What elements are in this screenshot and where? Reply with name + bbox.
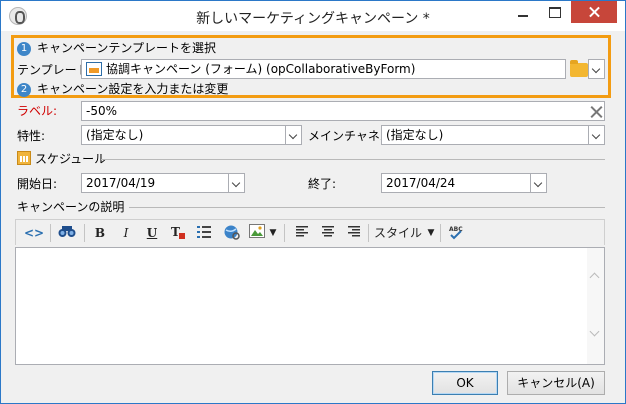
chevron-down-icon [530, 174, 546, 192]
source-code-icon[interactable]: <> [24, 224, 44, 242]
text-color-icon[interactable]: T [168, 224, 188, 242]
chevron-down-icon [285, 126, 301, 144]
end-date-label: 終了: [308, 177, 337, 191]
editor-toolbar: <> B I U T ▼ スタイル ▼ ABC [15, 219, 605, 245]
align-left-icon[interactable] [294, 224, 310, 242]
minimize-button[interactable] [507, 1, 537, 23]
end-date-value: 2017/04/24 [386, 176, 456, 190]
editor-scrollbar[interactable] [587, 248, 604, 364]
cancel-button[interactable]: キャンセル(A) [507, 371, 605, 395]
label-label: ラベル: [17, 104, 58, 118]
align-center-icon[interactable] [320, 224, 336, 242]
list-icon[interactable] [194, 224, 214, 242]
step-1: 1 キャンペーンテンプレートを選択 [17, 40, 216, 56]
clear-icon[interactable] [589, 105, 603, 119]
toolbar-separator [84, 224, 85, 242]
chevron-down-icon [589, 60, 604, 78]
step-2-label: キャンペーン設定を入力または変更 [37, 82, 229, 96]
style-dropdown-icon[interactable]: ▼ [426, 224, 436, 242]
toolbar-separator [50, 224, 51, 242]
label-value: -50% [86, 104, 118, 118]
start-date-value: 2017/04/19 [86, 176, 156, 190]
description-editor[interactable] [15, 247, 605, 365]
style-select[interactable]: スタイル [374, 224, 426, 242]
template-field[interactable]: 協調キャンペーン (フォーム) (opCollaborativeByForm) [81, 59, 566, 79]
end-date-field[interactable]: 2017/04/24 [381, 173, 547, 193]
dialog-window: 新しいマーケティングキャンペーン * 1 キャンペーンテンプレートを選択 テンプレ… [0, 0, 626, 404]
label-input[interactable]: -50% [81, 101, 605, 121]
step-2-badge: 2 [17, 82, 31, 97]
title-bar[interactable]: 新しいマーケティングキャンペーン * [1, 1, 625, 31]
image-dropdown-icon[interactable]: ▼ [268, 224, 278, 242]
ok-button[interactable]: OK [432, 371, 498, 395]
start-date-field[interactable]: 2017/04/19 [81, 173, 245, 193]
description-section-label: キャンペーンの説明 [17, 200, 125, 214]
scroll-up-icon[interactable] [589, 272, 600, 283]
schedule-divider [101, 159, 605, 160]
scroll-down-icon[interactable] [589, 326, 600, 337]
maximize-button[interactable] [539, 1, 569, 23]
chevron-down-icon [588, 126, 604, 144]
step-1-badge: 1 [17, 41, 31, 56]
close-button[interactable] [571, 1, 617, 23]
channel-value: (指定なし) [386, 128, 444, 142]
folder-icon[interactable] [570, 60, 588, 77]
italic-button[interactable]: I [118, 224, 134, 242]
step-2: 2 キャンペーン設定を入力または変更 [17, 81, 228, 97]
template-icon [86, 62, 102, 76]
nature-label: 特性: [17, 129, 46, 143]
chevron-down-icon [228, 174, 244, 192]
schedule-section-label: スケジュール [35, 152, 107, 166]
calendar-icon [17, 151, 31, 165]
start-date-label: 開始日: [17, 177, 58, 191]
nature-select[interactable]: (指定なし) [81, 125, 302, 145]
template-dropdown-button[interactable] [588, 59, 605, 79]
align-right-icon[interactable] [346, 224, 362, 242]
toolbar-separator [440, 224, 441, 242]
image-icon[interactable] [248, 224, 266, 242]
spellcheck-icon[interactable]: ABC [446, 224, 466, 242]
svg-text:T: T [171, 225, 180, 239]
step-1-label: キャンペーンテンプレートを選択 [37, 41, 217, 55]
bold-button[interactable]: B [92, 224, 108, 242]
nature-value: (指定なし) [86, 128, 144, 142]
template-value: 協調キャンペーン (フォーム) (opCollaborativeByForm) [106, 62, 416, 76]
underline-button[interactable]: U [144, 224, 160, 242]
toolbar-separator [284, 224, 285, 242]
find-icon[interactable] [56, 224, 78, 242]
link-icon[interactable] [221, 224, 243, 242]
description-divider [129, 207, 605, 208]
toolbar-separator [368, 224, 369, 242]
channel-select[interactable]: (指定なし) [381, 125, 605, 145]
